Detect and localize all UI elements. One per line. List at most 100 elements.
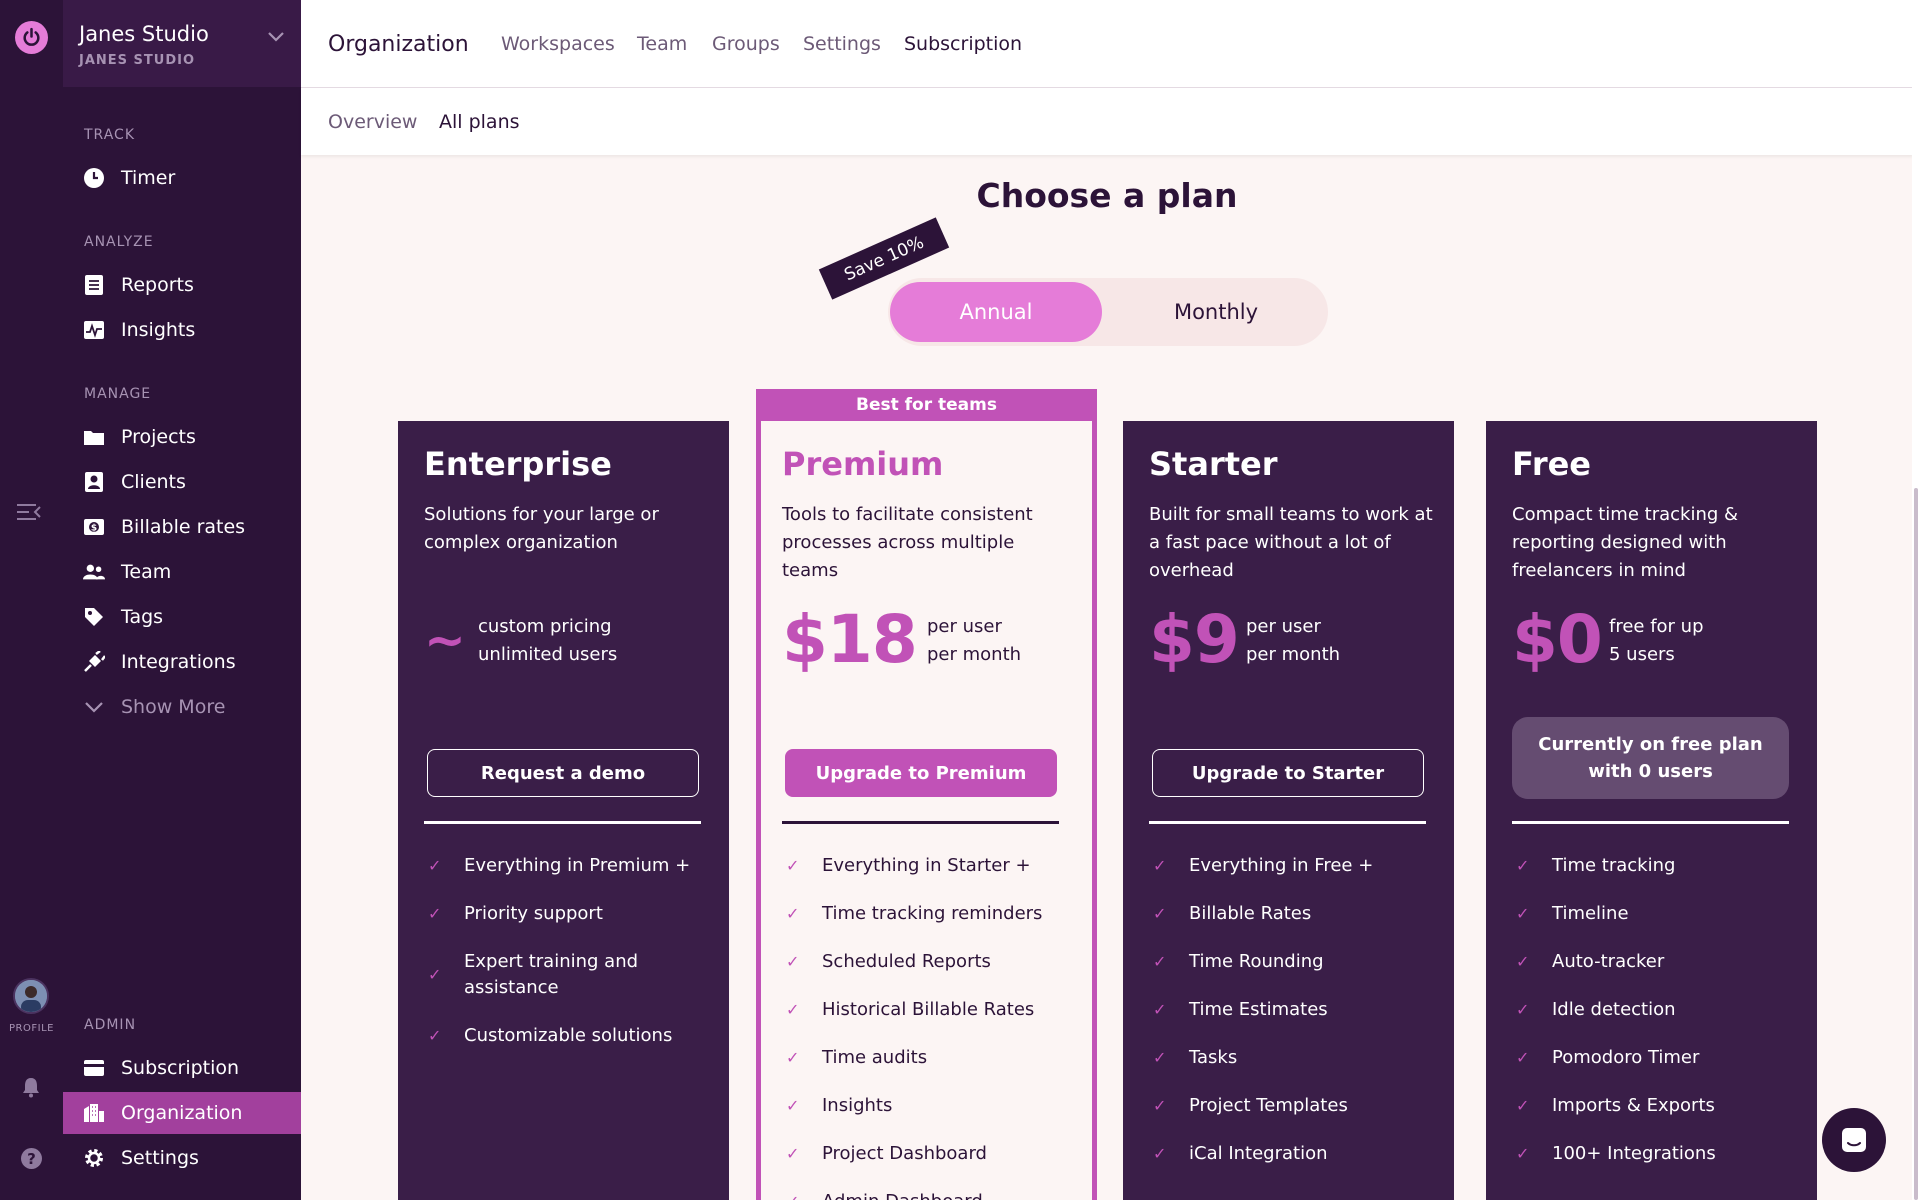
building-icon (83, 1102, 105, 1124)
sidebar-item-label: Tags (121, 606, 164, 628)
check-icon: ✓ (1516, 1096, 1530, 1115)
subtab-all-plans[interactable]: All plans (439, 111, 520, 133)
feature-item: ✓ Everything in Premium + (424, 853, 704, 879)
clock-icon (83, 167, 105, 189)
upgrade-premium-button[interactable]: Upgrade to Premium (785, 749, 1057, 797)
bell-icon[interactable] (21, 1076, 41, 1102)
icon-rail: PROFILE ? (0, 0, 63, 1200)
tag-icon (83, 606, 105, 628)
client-icon (83, 471, 105, 493)
feature-item: ✓ Timeline (1512, 901, 1792, 927)
sidebar-item-label: Settings (121, 1147, 199, 1169)
plan-card-premium: Premium Tools to facilitate consistent p… (756, 421, 1097, 1200)
svg-text:$: $ (91, 524, 97, 534)
sidebar-item-label: Organization (121, 1102, 243, 1124)
folder-icon (83, 426, 105, 448)
feature-item: ✓ Customizable solutions (424, 1023, 704, 1049)
sidebar-item-label: Projects (121, 426, 196, 448)
upgrade-starter-button[interactable]: Upgrade to Starter (1152, 749, 1424, 797)
plan-price-note: free for up 5 users (1609, 613, 1704, 669)
price-note-line: per user (1246, 616, 1321, 637)
insights-icon (83, 319, 105, 341)
collapse-menu-icon[interactable] (16, 502, 42, 522)
tab-team[interactable]: Team (637, 33, 687, 55)
gear-icon (83, 1147, 105, 1169)
sidebar-item-label: Subscription (121, 1057, 240, 1079)
feature-item: ✓ Time tracking reminders (782, 901, 1062, 927)
annual-option[interactable]: Annual (890, 282, 1102, 342)
page-scrollbar[interactable] (1912, 0, 1920, 1200)
top-bar: Organization Workspaces Team Groups Sett… (301, 0, 1913, 88)
feature-item: ✓ Project Dashboard (782, 1141, 1062, 1167)
best-for-teams-badge: Best for teams (756, 389, 1097, 421)
check-icon: ✓ (786, 1189, 808, 1200)
feature-item: ✓ Time Estimates (1149, 997, 1429, 1023)
feature-item: ✓ Everything in Starter + (782, 853, 1062, 879)
check-icon: ✓ (1153, 952, 1167, 971)
feature-item: ✓ Project Templates (1149, 1093, 1429, 1119)
tab-settings[interactable]: Settings (803, 33, 881, 55)
sidebar-item-reports[interactable]: Reports (63, 264, 301, 306)
workspace-switcher[interactable]: Janes Studio JANES STUDIO (63, 0, 301, 87)
plan-price-note: per user per month (927, 613, 1021, 669)
power-logo-icon[interactable] (15, 21, 48, 54)
divider (1149, 821, 1426, 824)
check-icon: ✓ (1516, 904, 1530, 923)
sidebar-item-organization[interactable]: Organization (63, 1092, 301, 1134)
sidebar-item-insights[interactable]: Insights (63, 309, 301, 351)
section-admin: ADMIN (84, 1017, 137, 1033)
feature-item: ✓ Time Rounding (1149, 949, 1429, 975)
monthly-option[interactable]: Monthly (1110, 282, 1322, 342)
sidebar-item-show-more[interactable]: Show More (63, 686, 301, 728)
billing-toggle: Annual Monthly (888, 278, 1328, 346)
sidebar-item-tags[interactable]: Tags (63, 596, 301, 638)
tab-groups[interactable]: Groups (712, 33, 780, 55)
check-icon: ✓ (786, 1048, 800, 1067)
sidebar-item-team[interactable]: Team (63, 551, 301, 593)
scrollbar-thumb[interactable] (1914, 488, 1918, 1200)
plan-description: Tools to facilitate consistent processes… (782, 504, 1033, 581)
price-note-line: free for up (1609, 616, 1704, 637)
sidebar-item-subscription[interactable]: Subscription (63, 1047, 301, 1089)
plan-price: $9 (1149, 601, 1240, 678)
sidebar-item-billable-rates[interactable]: $ Billable rates (63, 506, 301, 548)
plan-description: Compact time tracking & reporting design… (1512, 504, 1739, 581)
check-icon: ✓ (428, 1026, 442, 1045)
request-demo-button[interactable]: Request a demo (427, 749, 699, 797)
sidebar-item-label: Reports (121, 274, 194, 296)
help-icon[interactable]: ? (21, 1148, 42, 1169)
plan-price: $0 (1512, 601, 1603, 678)
sidebar-item-label: Show More (121, 696, 226, 718)
check-icon: ✓ (1516, 1144, 1530, 1163)
credit-card-icon (83, 1057, 105, 1079)
feature-item: ✓ Expert training and assistance (428, 951, 639, 998)
tab-workspaces[interactable]: Workspaces (501, 33, 615, 55)
profile-avatar[interactable] (13, 978, 49, 1014)
chevron-down-icon[interactable] (267, 28, 285, 47)
check-icon: ✓ (428, 904, 442, 923)
divider (782, 821, 1059, 824)
sidebar-item-label: Clients (121, 471, 186, 493)
subtab-overview[interactable]: Overview (328, 111, 417, 133)
feature-item: ✓ Auto-tracker (1512, 949, 1792, 975)
price-note-line: per user (927, 616, 1002, 637)
price-note-line: custom pricing (478, 616, 612, 637)
feature-item: ✓ iCal Integration (1149, 1141, 1429, 1167)
sidebar-item-label: Team (121, 561, 172, 583)
tab-subscription[interactable]: Subscription (904, 33, 1022, 55)
dollar-icon: $ (83, 516, 105, 538)
check-icon: ✓ (428, 856, 442, 875)
plan-price: $18 (782, 601, 918, 678)
sidebar: Janes Studio JANES STUDIO TRACK Timer AN… (63, 0, 301, 1200)
feature-item: ✓ Idle detection (1512, 997, 1792, 1023)
sidebar-item-projects[interactable]: Projects (63, 416, 301, 458)
sidebar-item-timer[interactable]: Timer (63, 157, 301, 199)
check-icon: ✓ (428, 965, 442, 984)
sidebar-item-label: Timer (121, 167, 176, 189)
plan-name: Enterprise (424, 445, 612, 483)
chat-launcher-icon[interactable] (1822, 1108, 1886, 1172)
sidebar-item-integrations[interactable]: Integrations (63, 641, 301, 683)
sidebar-item-settings[interactable]: Settings (63, 1137, 301, 1179)
sidebar-item-clients[interactable]: Clients (63, 461, 301, 503)
check-icon: ✓ (786, 1000, 800, 1019)
